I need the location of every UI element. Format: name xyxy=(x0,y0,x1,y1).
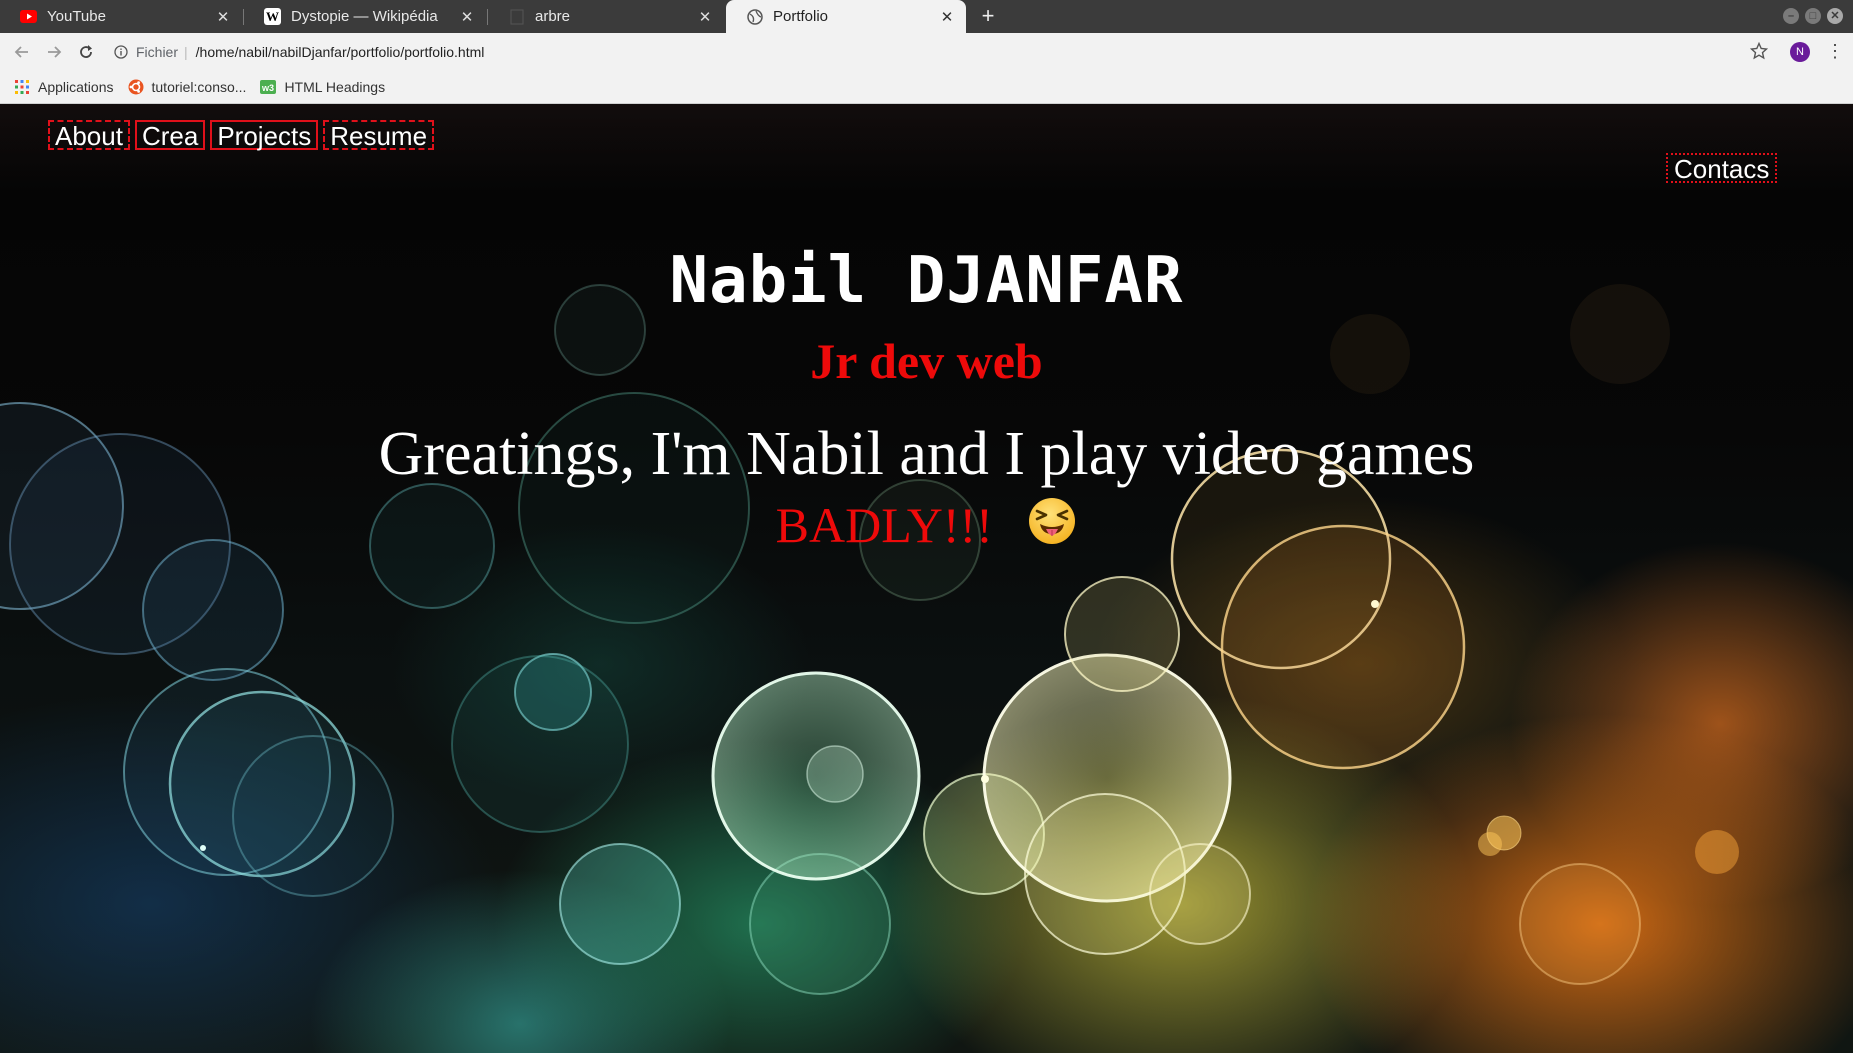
tab-wikipedia[interactable]: W Dystopie — Wikipédia ✕ xyxy=(244,0,486,33)
info-icon[interactable] xyxy=(112,43,130,61)
tab-title: Dystopie — Wikipédia xyxy=(291,8,438,25)
window-close-icon[interactable]: ✕ xyxy=(1827,8,1843,24)
blank-page-icon xyxy=(508,8,525,25)
svg-text:w3: w3 xyxy=(261,83,274,93)
greeting-text: Greatings, I'm Nabil and I play video ga… xyxy=(378,420,1475,488)
maximize-icon[interactable]: □ xyxy=(1805,8,1821,24)
divider: | xyxy=(184,44,188,60)
tab-youtube[interactable]: YouTube ✕ xyxy=(0,0,242,33)
bookmark-tutoriel[interactable]: tutoriel:conso... xyxy=(128,79,247,95)
profile-avatar[interactable]: N xyxy=(1790,42,1810,62)
tab-title: YouTube xyxy=(47,8,106,25)
bookmark-label: tutoriel:conso... xyxy=(151,79,247,95)
youtube-icon xyxy=(20,8,37,25)
url-text: /home/nabil/nabilDjanfar/portfolio/portf… xyxy=(195,44,485,60)
bookmark-star-icon[interactable] xyxy=(1749,41,1769,65)
tab-arbre[interactable]: arbre ✕ xyxy=(488,0,724,33)
arrow-right-icon xyxy=(48,46,62,58)
page-title: Nabil DJANFAR xyxy=(669,244,1184,318)
close-icon[interactable]: ✕ xyxy=(214,8,232,26)
reload-button[interactable] xyxy=(74,40,98,64)
browser-toolbar: Fichier | /home/nabil/nabilDjanfar/portf… xyxy=(0,33,1853,71)
bookmark-label: HTML Headings xyxy=(284,79,386,95)
badly-line: BADLY!!! xyxy=(0,496,1853,554)
wikipedia-icon: W xyxy=(264,8,281,25)
menu-kebab-icon[interactable]: ⋮ xyxy=(1826,42,1844,62)
close-icon[interactable]: ✕ xyxy=(458,8,476,26)
bookmark-applications[interactable]: Applications xyxy=(14,79,114,95)
window-controls: – □ ✕ xyxy=(1783,8,1843,24)
nav-projects[interactable]: Projects xyxy=(210,120,319,150)
badly-text: BADLY!!! xyxy=(775,497,993,553)
ubuntu-icon xyxy=(128,79,144,95)
minimize-icon[interactable]: – xyxy=(1783,8,1799,24)
tab-title: arbre xyxy=(535,8,571,25)
squinting-face-with-tongue-icon xyxy=(1029,498,1076,544)
bookmarks-bar: Applications tutoriel:conso... w3 HTML H… xyxy=(0,71,1853,104)
job-title: Jr dev web xyxy=(810,333,1043,389)
globe-icon xyxy=(746,8,763,25)
tab-strip: YouTube ✕ W Dystopie — Wikipédia ✕ arbre… xyxy=(0,0,1853,33)
address-bar[interactable]: Fichier | /home/nabil/nabilDjanfar/portf… xyxy=(112,37,1752,67)
apps-grid-icon xyxy=(14,79,30,95)
tab-portfolio[interactable]: Portfolio ✕ xyxy=(726,0,966,33)
new-tab-button[interactable]: + xyxy=(976,4,1000,28)
bookmark-label: Applications xyxy=(38,79,114,95)
close-icon[interactable]: ✕ xyxy=(696,8,714,26)
close-icon[interactable]: ✕ xyxy=(938,8,956,26)
back-button[interactable] xyxy=(10,40,34,64)
bookmark-html-headings[interactable]: w3 HTML Headings xyxy=(260,79,385,95)
nav-resume[interactable]: Resume xyxy=(323,120,435,150)
page-viewport: About Crea Projects Resume Contacs Nabil… xyxy=(0,104,1853,1053)
reload-icon xyxy=(80,45,92,58)
nav-contact[interactable]: Contacs xyxy=(1666,153,1778,183)
nav-crea[interactable]: Crea xyxy=(134,120,206,150)
tab-title: Portfolio xyxy=(773,8,829,25)
main-nav: About Crea Projects Resume xyxy=(48,120,435,150)
forward-button[interactable] xyxy=(42,40,66,64)
scheme-label: Fichier xyxy=(136,44,179,60)
w3schools-icon: w3 xyxy=(260,79,277,95)
arrow-left-icon xyxy=(14,46,28,58)
nav-about[interactable]: About xyxy=(48,120,130,150)
